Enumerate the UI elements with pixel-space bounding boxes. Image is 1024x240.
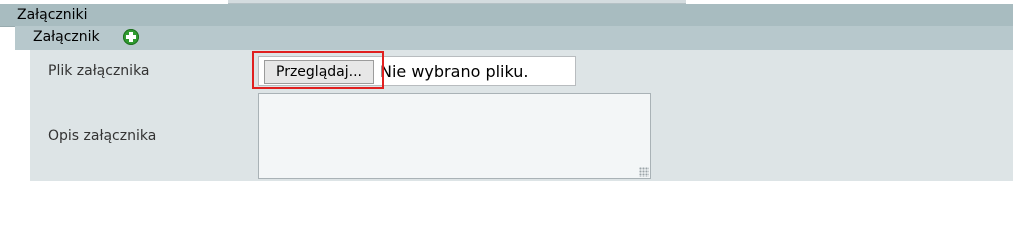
- file-status-text: Nie wybrano pliku.: [380, 62, 529, 81]
- section-title: Załączniki: [17, 7, 88, 23]
- add-attachment-icon[interactable]: [123, 29, 139, 45]
- resize-grip-icon[interactable]: [639, 167, 649, 177]
- attachments-section-header: Załączniki: [0, 4, 1013, 27]
- browse-button[interactable]: Przeglądaj...: [264, 60, 374, 84]
- description-textarea[interactable]: [258, 93, 651, 179]
- attachment-title: Załącznik: [33, 29, 100, 45]
- file-label: Plik załącznika: [48, 63, 150, 79]
- description-label: Opis załącznika: [48, 128, 157, 144]
- attachment-subheader: Załącznik: [15, 26, 1013, 50]
